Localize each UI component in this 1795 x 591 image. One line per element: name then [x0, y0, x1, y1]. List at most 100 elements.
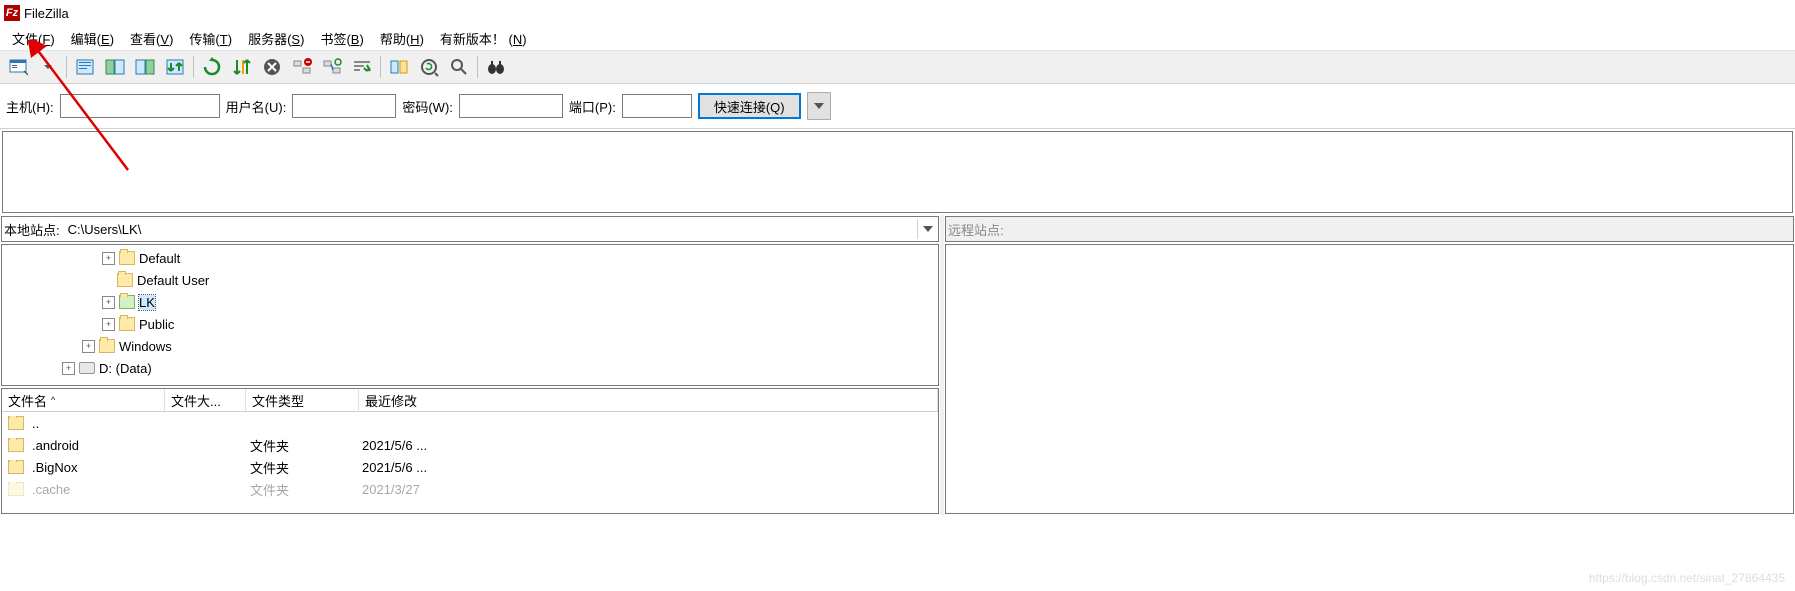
folder-icon — [117, 273, 133, 287]
menu-view[interactable]: 查看(V) — [122, 27, 181, 50]
toggle-local-tree-icon[interactable] — [101, 53, 129, 81]
folder-icon — [119, 251, 135, 265]
file-modified: 2021/5/6 ... — [356, 438, 938, 453]
local-path-input[interactable] — [64, 219, 917, 239]
message-log[interactable] — [2, 131, 1793, 213]
file-row[interactable]: .BigNox文件夹2021/5/6 ... — [2, 456, 938, 478]
tree-node[interactable]: + Windows — [2, 335, 938, 357]
local-file-list[interactable]: 文件名^ 文件大... 文件类型 最近修改 ...android文件夹2021/… — [1, 388, 939, 514]
file-row[interactable]: .android 文件夹2021/5/6 ... — [2, 434, 938, 456]
col-filetype[interactable]: 文件类型 — [246, 389, 359, 411]
file-row[interactable]: .cache 文件夹2021/3/27 — [2, 478, 938, 500]
toggle-queue-icon[interactable] — [161, 53, 189, 81]
watermark: https://blog.csdn.net/sinat_27864435 — [1589, 571, 1785, 585]
file-name: .. — [32, 416, 39, 431]
col-modified[interactable]: 最近修改 — [359, 389, 938, 411]
folder-icon — [119, 317, 135, 331]
local-pane: 本地站点: + Default Default User + LK + Public + Win… — [0, 215, 944, 515]
file-type: 文件夹 — [244, 436, 356, 455]
menu-server[interactable]: 服务器(S) — [240, 27, 312, 50]
menu-new-version[interactable]: 有新版本！ (N) — [432, 27, 535, 50]
port-label: 端口(P): — [569, 97, 616, 116]
tree-node[interactable]: + D: (Data) — [2, 357, 938, 379]
toggle-log-icon[interactable] — [71, 53, 99, 81]
expander-icon — [102, 275, 113, 286]
port-input[interactable] — [622, 94, 692, 118]
file-name: .android — [32, 438, 79, 453]
main-split: 本地站点: + Default Default User + LK + Public + Win… — [0, 215, 1795, 515]
quickconnect-dropdown[interactable] — [807, 92, 831, 120]
host-input[interactable] — [60, 94, 220, 118]
toolbar — [0, 51, 1795, 84]
remote-pane: 远程站点: — [944, 215, 1795, 515]
local-site-bar: 本地站点: — [1, 216, 939, 242]
username-label: 用户名(U): — [226, 97, 287, 116]
site-manager-icon[interactable] — [4, 53, 32, 81]
file-modified: 2021/3/27 — [356, 482, 938, 497]
compare-icon[interactable] — [385, 53, 413, 81]
username-input[interactable] — [292, 94, 396, 118]
remote-tree[interactable] — [945, 244, 1794, 514]
file-list-header: 文件名^ 文件大... 文件类型 最近修改 — [2, 389, 938, 412]
binoculars-icon[interactable] — [482, 53, 510, 81]
quickconnect-button[interactable]: 快速连接(Q) — [698, 93, 801, 119]
file-row[interactable]: .. — [2, 412, 938, 434]
local-path-dropdown[interactable] — [917, 219, 938, 239]
expander-icon[interactable]: + — [82, 340, 95, 353]
folder-icon — [99, 339, 115, 353]
search-icon[interactable] — [445, 53, 473, 81]
process-queue-icon[interactable] — [228, 53, 256, 81]
refresh-icon[interactable] — [198, 53, 226, 81]
sync-browse-icon[interactable] — [415, 53, 443, 81]
sort-asc-icon: ^ — [51, 395, 55, 405]
menubar: 文件(F) 编辑(E) 查看(V) 传输(T) 服务器(S) 书签(B) 帮助(… — [0, 26, 1795, 51]
remote-site-bar: 远程站点: — [945, 216, 1794, 242]
folder-icon — [8, 482, 24, 496]
site-manager-dropdown-icon[interactable] — [34, 53, 62, 81]
toolbar-separator — [380, 56, 381, 78]
expander-icon[interactable]: + — [62, 362, 75, 375]
tree-node[interactable]: + Public — [2, 313, 938, 335]
folder-icon — [8, 438, 24, 452]
remote-site-label: 远程站点: — [946, 220, 1008, 239]
tree-node[interactable]: + Default — [2, 247, 938, 269]
menu-file[interactable]: 文件(F) — [4, 27, 63, 50]
file-type: 文件夹 — [244, 458, 356, 477]
folder-icon — [8, 416, 24, 430]
user-folder-icon — [119, 295, 135, 309]
col-filename[interactable]: 文件名^ — [2, 389, 165, 411]
password-label: 密码(W): — [402, 97, 453, 116]
local-tree[interactable]: + Default Default User + LK + Public + Windows + D… — [1, 244, 939, 386]
menu-transfer[interactable]: 传输(T) — [181, 27, 240, 50]
folder-icon — [8, 460, 24, 474]
file-modified: 2021/5/6 ... — [356, 460, 938, 475]
host-label: 主机(H): — [6, 97, 54, 116]
file-type: 文件夹 — [244, 480, 356, 499]
menu-help[interactable]: 帮助(H) — [372, 27, 432, 50]
tree-label: LK — [139, 295, 155, 310]
tree-label: Default — [139, 251, 180, 266]
file-name: .cache — [32, 482, 70, 497]
toolbar-separator — [193, 56, 194, 78]
disconnect-icon[interactable] — [288, 53, 316, 81]
tree-label: Public — [139, 317, 174, 332]
expander-icon[interactable]: + — [102, 252, 115, 265]
toolbar-separator — [477, 56, 478, 78]
tree-label: Windows — [119, 339, 172, 354]
menu-bookmarks[interactable]: 书签(B) — [312, 27, 371, 50]
col-filesize[interactable]: 文件大... — [165, 389, 246, 411]
filter-icon[interactable] — [348, 53, 376, 81]
expander-icon[interactable]: + — [102, 318, 115, 331]
tree-label: D: (Data) — [99, 361, 152, 376]
password-input[interactable] — [459, 94, 563, 118]
expander-icon[interactable]: + — [102, 296, 115, 309]
quickconnect-bar: 主机(H): 用户名(U): 密码(W): 端口(P): 快速连接(Q) — [0, 84, 1795, 129]
tree-node[interactable]: + LK — [2, 291, 938, 313]
remote-path-input — [1008, 219, 1793, 239]
toggle-remote-tree-icon[interactable] — [131, 53, 159, 81]
tree-node[interactable]: Default User — [2, 269, 938, 291]
cancel-icon[interactable] — [258, 53, 286, 81]
menu-edit[interactable]: 编辑(E) — [63, 27, 122, 50]
reconnect-icon[interactable] — [318, 53, 346, 81]
tree-label: Default User — [137, 273, 209, 288]
